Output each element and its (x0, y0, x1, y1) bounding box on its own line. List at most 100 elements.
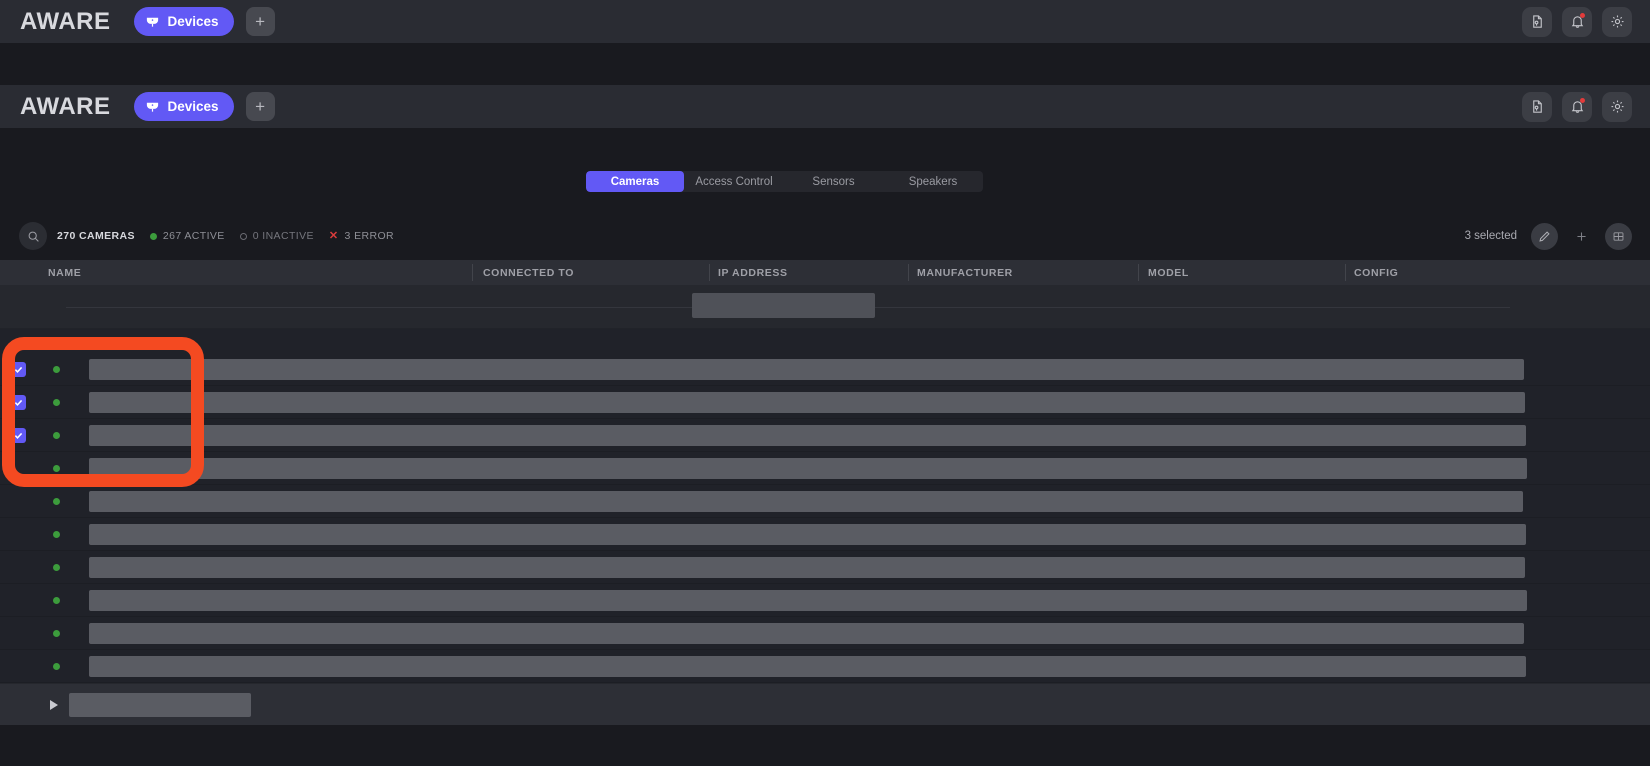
notifications-button[interactable] (1562, 6, 1592, 37)
device-stats: 270 CAMERAS 267 ACTIVE 0 INACTIVE ✕ 3 ER… (57, 230, 394, 242)
settings-button[interactable] (1602, 6, 1632, 37)
row-checkbox-checked[interactable] (10, 427, 26, 443)
status-dot-active-icon (53, 662, 60, 670)
edit-selection-button[interactable] (1531, 222, 1558, 250)
app-root: AWARE Devices + AWARE Devices + Cameras … (0, 0, 1650, 766)
status-dot-active-icon (53, 497, 60, 505)
row-name-placeholder (89, 655, 1526, 677)
document-icon (1530, 99, 1545, 114)
row-status-cell (36, 398, 77, 406)
device-type-tabs: Cameras Access Control Sensors Speakers (586, 171, 983, 192)
row-checkbox-checked[interactable] (10, 394, 26, 410)
app-logo: AWARE (20, 7, 111, 35)
row-name-placeholder (89, 424, 1526, 446)
table-row[interactable] (0, 386, 1650, 419)
tab-access-control[interactable]: Access Control (684, 171, 784, 192)
row-name-placeholder (89, 457, 1527, 479)
row-checkbox-cell (0, 427, 36, 443)
status-dot-active-icon (149, 232, 157, 240)
add-tab-button[interactable]: + (245, 7, 275, 36)
devices-nav-button-secondary[interactable]: Devices (133, 92, 234, 121)
column-header-name[interactable]: NAME (48, 267, 81, 279)
row-status-cell (36, 629, 77, 637)
column-header-manufacturer[interactable]: MANUFACTURER (917, 267, 1013, 279)
gear-icon (1610, 99, 1625, 114)
table-row[interactable] (0, 617, 1650, 650)
app-logo-secondary: AWARE (20, 92, 111, 120)
plus-icon (1575, 230, 1588, 243)
stat-inactive-label: 0 INACTIVE (252, 230, 314, 242)
column-header-ip-address[interactable]: IP ADDRESS (718, 267, 788, 279)
security-camera-icon (145, 99, 160, 114)
table-expand-row[interactable] (0, 683, 1650, 725)
expand-triangle-icon[interactable] (50, 699, 58, 710)
add-device-button[interactable] (1568, 223, 1595, 250)
bar-separator (0, 43, 1650, 85)
document-icon-button-secondary[interactable] (1522, 91, 1552, 122)
gear-icon (1610, 14, 1625, 29)
document-icon-button[interactable] (1522, 6, 1552, 37)
placeholder-block (692, 293, 875, 318)
add-tab-button-secondary[interactable]: + (245, 92, 275, 121)
row-name-placeholder (89, 490, 1523, 512)
row-name-placeholder (89, 358, 1524, 380)
status-dot-active-icon (53, 596, 60, 604)
selection-count: 3 selected (1464, 230, 1517, 242)
row-checkbox-checked[interactable] (10, 361, 26, 377)
search-icon (27, 230, 40, 243)
status-dot-active-icon (53, 530, 60, 538)
tab-cameras[interactable]: Cameras (586, 171, 684, 192)
table-row[interactable] (0, 551, 1650, 584)
tab-sensors[interactable]: Sensors (784, 171, 883, 192)
tab-speakers[interactable]: Speakers (883, 171, 983, 192)
stat-inactive: 0 INACTIVE (239, 230, 314, 242)
column-header-connected-to[interactable]: CONNECTED TO (483, 267, 574, 279)
row-status-cell (36, 596, 77, 604)
status-dot-active-icon (53, 563, 60, 571)
devices-table: NAME CONNECTED TO IP ADDRESS MANUFACTURE… (0, 260, 1650, 725)
table-row[interactable] (0, 353, 1650, 386)
table-header-row: NAME CONNECTED TO IP ADDRESS MANUFACTURE… (0, 260, 1650, 285)
table-toolbar: 270 CAMERAS 267 ACTIVE 0 INACTIVE ✕ 3 ER… (0, 222, 1650, 254)
notification-badge (1580, 12, 1585, 18)
search-button[interactable] (19, 222, 47, 250)
row-status-cell (36, 497, 77, 505)
table-row[interactable] (0, 518, 1650, 551)
settings-button-secondary[interactable] (1602, 91, 1632, 122)
header-bar-primary: AWARE Devices + (0, 0, 1650, 43)
status-dot-inactive-icon (239, 232, 247, 240)
devices-nav-label: Devices (167, 14, 219, 29)
devices-nav-button[interactable]: Devices (133, 7, 234, 36)
table-row[interactable] (0, 650, 1650, 683)
row-status-cell (36, 365, 77, 373)
footer-placeholder-bar (69, 692, 251, 717)
stat-total: 270 CAMERAS (57, 230, 135, 242)
row-checkbox-cell (0, 394, 36, 410)
grid-icon (1612, 230, 1625, 243)
stat-total-label: 270 CAMERAS (57, 230, 135, 242)
row-checkbox-cell (0, 361, 36, 377)
notifications-button-secondary[interactable] (1562, 91, 1592, 122)
column-header-config[interactable]: CONFIG (1354, 267, 1398, 279)
table-row[interactable] (0, 419, 1650, 452)
table-row[interactable] (0, 485, 1650, 518)
row-status-cell (36, 464, 77, 472)
row-name-placeholder (89, 622, 1524, 644)
status-dot-active-icon (53, 398, 60, 406)
row-status-cell (36, 530, 77, 538)
status-error-x-icon: ✕ (328, 229, 339, 242)
table-row[interactable] (0, 452, 1650, 485)
row-name-placeholder (89, 391, 1525, 413)
security-camera-icon (145, 14, 160, 29)
row-name-placeholder (89, 523, 1526, 545)
table-row[interactable] (0, 584, 1650, 617)
row-status-cell (36, 563, 77, 571)
status-dot-active-icon (53, 464, 60, 472)
pencil-icon (1538, 230, 1551, 243)
row-name-placeholder (89, 589, 1527, 611)
toolbar-actions: 3 selected (1465, 222, 1632, 250)
notification-badge (1580, 97, 1585, 103)
document-icon (1530, 14, 1545, 29)
layout-toggle-button[interactable] (1605, 222, 1632, 250)
column-header-model[interactable]: MODEL (1148, 267, 1189, 279)
